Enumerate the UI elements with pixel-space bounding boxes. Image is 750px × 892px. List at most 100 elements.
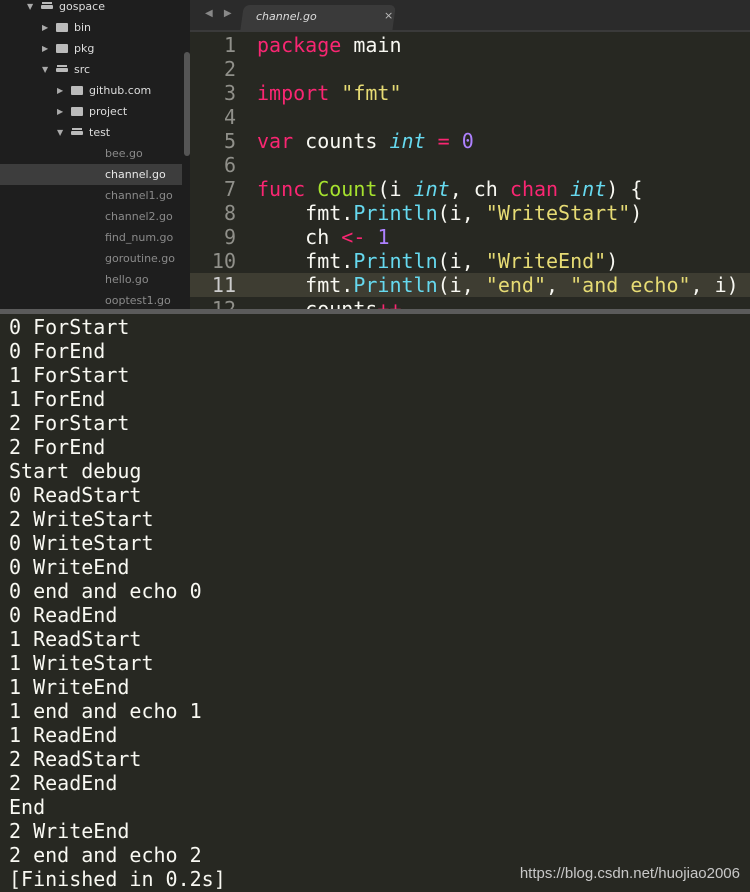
disclosure-arrow-icon[interactable]: ▶ <box>42 38 48 59</box>
code-token: ) <box>630 201 643 225</box>
tree-item-label: channel.go <box>105 168 166 181</box>
output-line: 0 ReadStart <box>9 483 142 507</box>
tree-item[interactable]: channel1.go <box>0 185 182 206</box>
code-token: ++ <box>377 297 402 309</box>
output-line: 2 end and echo 2 <box>9 843 202 867</box>
code-line[interactable]: 7 func Count(i int, ch chan int) { <box>190 177 750 201</box>
code-text: fmt.Println(i, "end", "and echo", i) <box>257 273 739 297</box>
tree-item-label: pkg <box>74 42 95 55</box>
code-text: func Count(i int, ch chan int) { <box>257 177 642 201</box>
disclosure-arrow-icon[interactable]: ▶ <box>57 101 63 122</box>
code-text: var counts int = 0 <box>257 129 474 153</box>
code-token: func <box>257 177 306 201</box>
folder-icon <box>56 23 68 32</box>
code-token: "WriteStart" <box>485 201 631 225</box>
tree-item-label: channel1.go <box>105 189 173 202</box>
code-line[interactable]: 8 fmt.Println(i, "WriteStart") <box>190 201 750 225</box>
tree-item[interactable]: ▶ project <box>0 101 182 122</box>
code-token: ) <box>606 249 619 273</box>
tree-item[interactable]: channel.go <box>0 164 182 185</box>
code-token: (i, <box>437 201 486 225</box>
folder-icon <box>41 5 53 9</box>
output-line: End <box>9 795 46 819</box>
code-text: package main <box>257 33 402 57</box>
tree-item-label: gospace <box>59 0 105 13</box>
code-token: (i <box>377 177 414 201</box>
code-line[interactable]: 4 <box>190 105 750 129</box>
output-line: 2 WriteStart <box>9 507 154 531</box>
code-token: import <box>257 81 330 105</box>
line-number: 12 <box>211 297 236 309</box>
tree-item-label: test <box>89 126 111 139</box>
output-line: 1 ForEnd <box>9 387 106 411</box>
code-line[interactable]: 10 fmt.Println(i, "WriteEnd") <box>190 249 750 273</box>
folder-icon <box>71 86 83 95</box>
code-token: "end" <box>485 273 547 297</box>
tree-item[interactable]: goroutine.go <box>0 248 182 269</box>
tab-nav-arrows[interactable]: ◀ ▶ <box>205 8 236 19</box>
tree-item[interactable]: bee.go <box>0 143 182 164</box>
code-token: "and echo" <box>570 273 691 297</box>
tree-item-label: bin <box>74 21 92 34</box>
disclosure-arrow-icon[interactable]: ▶ <box>42 17 48 38</box>
code-text: counts++ <box>257 297 402 309</box>
tree-item-label: bee.go <box>105 147 143 160</box>
code-text: import "fmt" <box>257 81 402 105</box>
watermark: https://blog.csdn.net/huojiao2006 <box>519 865 740 882</box>
code-line[interactable]: 5 var counts int = 0 <box>190 129 750 153</box>
output-line: 0 WriteStart <box>9 531 154 555</box>
code-line[interactable]: 1 package main <box>190 33 750 57</box>
code-line[interactable]: 6 <box>190 153 750 177</box>
disclosure-arrow-icon[interactable]: ▼ <box>27 0 33 17</box>
tree-item[interactable]: ▶ pkg <box>0 38 182 59</box>
code-line[interactable]: 9 ch <- 1 <box>190 225 750 249</box>
disclosure-arrow-icon[interactable]: ▼ <box>57 122 63 143</box>
disclosure-arrow-icon[interactable]: ▼ <box>42 59 48 80</box>
code-line[interactable]: 12 counts++ <box>190 297 750 309</box>
tree-item[interactable]: channel2.go <box>0 206 182 227</box>
folder-icon <box>71 107 83 116</box>
code-line[interactable]: 2 <box>190 57 750 81</box>
code-token: , i) <box>690 273 739 297</box>
code-token: ) { <box>606 177 643 201</box>
code-token: var <box>257 129 294 153</box>
code-token: 0 <box>461 129 474 153</box>
tree-item[interactable]: ▼ src <box>0 59 182 80</box>
tree-item[interactable]: find_num.go <box>0 227 182 248</box>
line-number: 1 <box>223 33 236 57</box>
tab-close-icon[interactable]: × <box>384 9 393 22</box>
output-line: 1 ForStart <box>9 363 130 387</box>
tab-label[interactable]: channel.go <box>256 10 317 23</box>
line-number: 3 <box>223 81 236 105</box>
tree-item-label: project <box>89 105 128 118</box>
code-token: int <box>570 177 607 201</box>
code-token: Println <box>353 249 438 273</box>
code-token: = <box>437 129 450 153</box>
code-token: fmt. <box>257 273 354 297</box>
code-editor[interactable]: 1 package main 2 3 import "fmt" 4 5 var counts … <box>190 33 750 309</box>
code-line[interactable]: 11 fmt.Println(i, "end", "and echo", i) <box>190 273 750 297</box>
code-line[interactable]: 3 import "fmt" <box>190 81 750 105</box>
folder-icon <box>71 131 83 135</box>
code-token: , ch <box>449 177 510 201</box>
line-number: 10 <box>211 249 236 273</box>
tree-item-label: channel2.go <box>105 210 173 223</box>
folder-icon <box>56 68 68 72</box>
tree-item[interactable]: ▶ github.com <box>0 80 182 101</box>
tree-item[interactable]: ooptest1.go <box>0 290 182 309</box>
disclosure-arrow-icon[interactable]: ▶ <box>57 80 63 101</box>
code-token: Println <box>353 201 438 225</box>
folder-icon <box>56 44 68 53</box>
tree-item[interactable]: ▼ gospace <box>0 0 182 17</box>
code-token: 1 <box>377 225 390 249</box>
line-number: 6 <box>223 153 236 177</box>
code-token: package <box>257 33 342 57</box>
tree-item[interactable]: ▼ test <box>0 122 182 143</box>
output-line: 0 ForStart <box>9 315 130 339</box>
tree-item[interactable]: hello.go <box>0 269 182 290</box>
tree-item[interactable]: ▶ bin <box>0 17 182 38</box>
